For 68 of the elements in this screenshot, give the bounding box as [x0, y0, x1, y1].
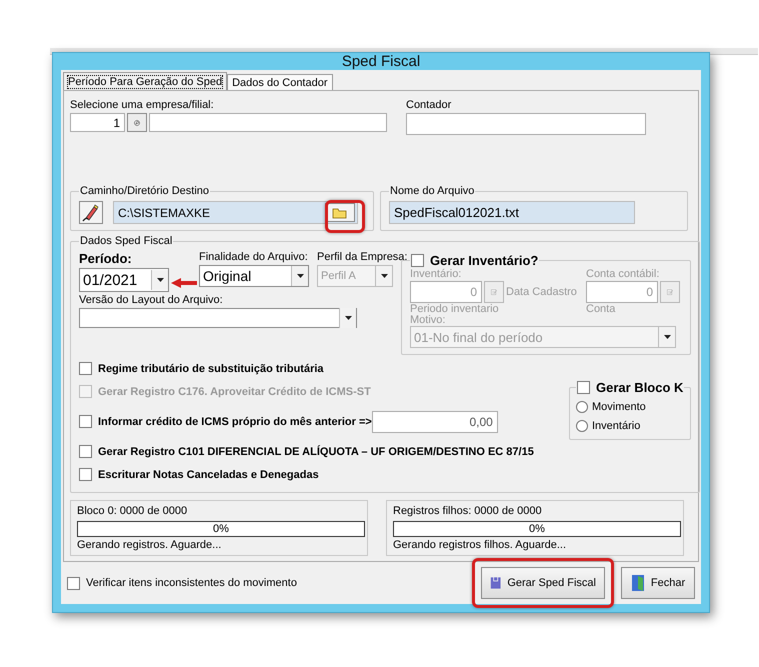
contador-field[interactable] [406, 113, 646, 135]
checkbox[interactable] [411, 254, 424, 267]
code-field[interactable]: 1 [70, 113, 125, 132]
checkbox-label: Gerar Inventário? [430, 253, 538, 268]
progress-label: Bloco 0: 0000 de 0000 [77, 505, 188, 517]
checkbox[interactable] [79, 468, 92, 481]
field-label: Conta contábil: [586, 268, 660, 280]
field-label: Versão do Layout do Arquivo: [79, 294, 224, 306]
field-label: Perfil da Empresa: [317, 251, 408, 263]
dropdown-caret-icon [664, 335, 670, 339]
checkbox-label: Verificar itens inconsistentes do movimento [86, 577, 297, 589]
search-button[interactable] [127, 113, 147, 132]
path-field[interactable]: C:\SISTEMAXKE [113, 201, 358, 224]
number-field: 0 [410, 281, 482, 303]
radio-button[interactable] [576, 400, 588, 412]
dropdown-caret-icon [156, 278, 164, 282]
progress-status: Gerando registros filhos. Aguarde... [393, 539, 566, 551]
amount-field[interactable]: 0,00 [372, 410, 498, 432]
checkbox-label: Escriturar Notas Canceladas e Denegadas [98, 468, 319, 480]
field-label: Data Cadastro [506, 286, 577, 298]
checkbox[interactable] [79, 445, 92, 458]
radio-label: Inventário [592, 420, 640, 432]
checkbox[interactable] [79, 362, 92, 375]
group-label: Nome do Arquivo [389, 185, 476, 197]
close-button[interactable]: Fechar [621, 567, 695, 599]
checkbox[interactable] [79, 415, 92, 428]
checkbox-label: Gerar Registro C176. Aproveitar Crédito de ICMS-ST [98, 386, 371, 398]
checkbox[interactable] [67, 576, 80, 590]
field-label: Conta [586, 303, 616, 315]
field-label: Período: [79, 251, 133, 266]
eraser-pen-icon [82, 204, 100, 222]
purpose-dropdown[interactable]: Original [199, 265, 309, 287]
progress-percent: 0% [213, 523, 229, 535]
radio-button[interactable] [576, 420, 588, 432]
progress-percent: 0% [529, 523, 545, 535]
layout-version-dropdown[interactable] [79, 308, 357, 328]
group-label: Caminho/Diretório Destino [79, 185, 210, 197]
group-label: Dados Sped Fiscal [79, 235, 174, 247]
folder-icon [332, 206, 348, 218]
progress-label: Registros filhos: 0000 de 0000 [393, 505, 542, 517]
field-label: Periodo inventario [410, 303, 500, 315]
company-name-field[interactable] [149, 113, 387, 132]
generate-button[interactable]: Gerar Sped Fiscal [481, 567, 605, 599]
path-text: C:\SISTEMAXKE [118, 206, 210, 220]
file-name-field[interactable]: SpedFiscal012021.txt [389, 201, 635, 224]
window-title: Sped Fiscal [340, 53, 422, 70]
checkbox-label: Regime tributário de substituição tributária [98, 362, 324, 374]
field-label: Motivo: [410, 315, 446, 326]
number-field: 0 [586, 281, 658, 303]
dropdown-caret-icon [380, 274, 388, 278]
period-dropdown[interactable]: 01/2021 [79, 268, 169, 292]
browse-folder-button[interactable] [325, 203, 355, 222]
field-label: Contador [406, 99, 452, 111]
dropdown-caret-icon [344, 316, 352, 320]
field-label: Selecione uma empresa/filial: [70, 99, 215, 111]
door-icon [630, 574, 645, 592]
field-label: Finalidade do Arquivo: [199, 251, 309, 263]
checkbox-label: Informar crédito de ICMS próprio do mês anterior => [98, 416, 372, 428]
checkbox[interactable] [577, 381, 590, 394]
dropdown-caret-icon [296, 274, 304, 278]
field-label: Inventário: [410, 268, 462, 280]
tab[interactable]: Dados do Contador [227, 74, 333, 90]
tab[interactable]: Período Para Geração do Sped [63, 72, 228, 90]
radio-label: Movimento [592, 400, 646, 412]
checkbox-label: Gerar Registro C101 DIFERENCIAL DE ALÍQUOTA – UF ORIGEM/DESTINO EC 87/15 [98, 446, 534, 458]
progress-status: Gerando registros. Aguarde... [77, 539, 222, 551]
checkbox-label: Gerar Bloco K [596, 380, 684, 395]
eraser-button[interactable] [79, 201, 103, 224]
